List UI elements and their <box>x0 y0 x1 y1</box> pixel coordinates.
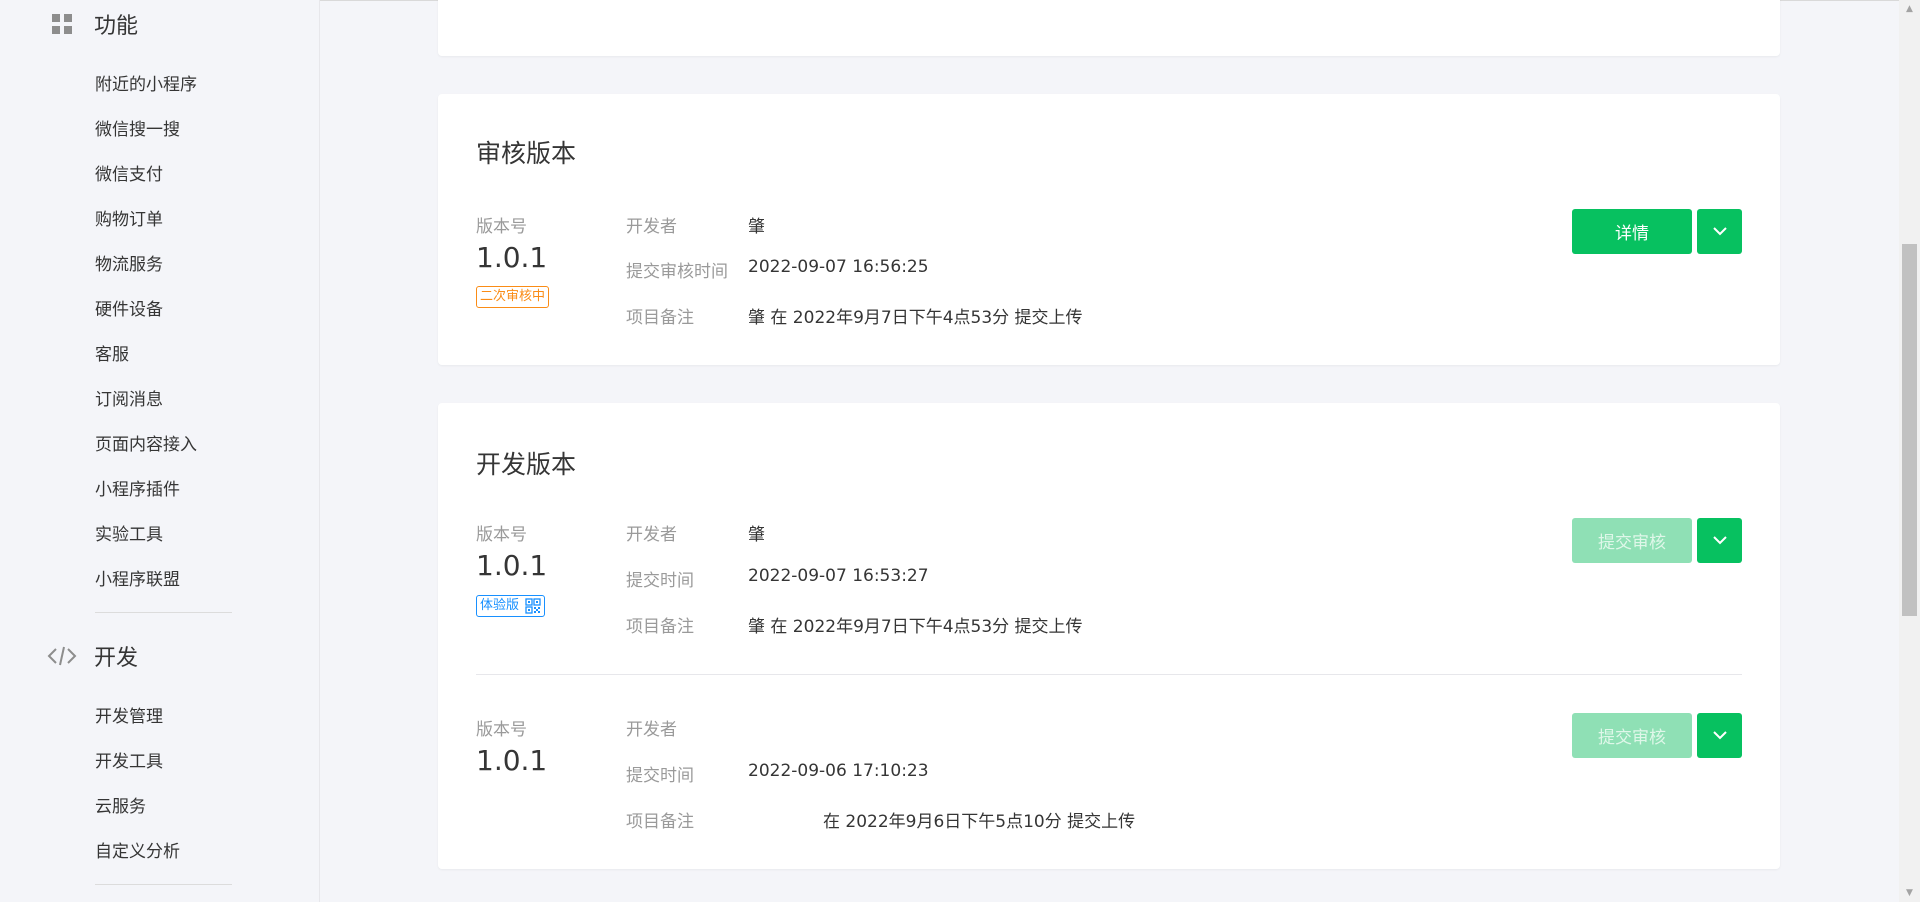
trial-badge[interactable]: 体验版 <box>476 595 546 617</box>
scroll-down-arrow-icon[interactable]: ▼ <box>1899 884 1920 902</box>
note-value: 在 2022年9月6日下午5点10分 提交上传 <box>823 812 1136 832</box>
time-value: 2022-09-07 16:56:25 <box>748 257 929 277</box>
note-value: 肇 在 2022年9月7日下午4点53分 提交上传 <box>748 308 1083 328</box>
sidebar-item-hardware[interactable]: 硬件设备 <box>95 297 163 323</box>
sidebar-item-orders[interactable]: 购物订单 <box>95 207 163 233</box>
version-label: 版本号 <box>476 720 527 740</box>
note-label: 项目备注 <box>626 617 694 637</box>
sidebar-item-plugins[interactable]: 小程序插件 <box>95 477 180 503</box>
card-title: 审核版本 <box>476 139 577 168</box>
version-number: 1.0.1 <box>476 744 548 777</box>
time-label: 提交审核时间 <box>626 262 728 282</box>
entry-divider <box>476 674 1742 675</box>
sidebar-item-alliance[interactable]: 小程序联盟 <box>95 567 180 593</box>
sidebar-section-title: 功能 <box>94 14 139 39</box>
sidebar-item-pay[interactable]: 微信支付 <box>95 162 163 188</box>
more-actions-button[interactable] <box>1697 713 1742 758</box>
sidebar-item-logistics[interactable]: 物流服务 <box>95 252 163 278</box>
trial-badge-label: 体验版 <box>480 598 520 613</box>
review-version-card: 审核版本 版本号 1.0.1 二次审核中 开发者 肇 提交审核时间 2022-0… <box>438 94 1780 365</box>
more-actions-button[interactable] <box>1697 209 1742 254</box>
note-label: 项目备注 <box>626 812 694 832</box>
submit-review-button[interactable]: 提交审核 <box>1572 518 1692 563</box>
scrollbar-thumb[interactable] <box>1902 244 1917 616</box>
time-label: 提交时间 <box>626 571 694 591</box>
chevron-down-icon <box>1712 227 1727 236</box>
detail-button[interactable]: 详情 <box>1572 209 1692 254</box>
status-badge: 二次审核中 <box>476 286 550 308</box>
more-actions-button[interactable] <box>1697 518 1742 563</box>
scroll-up-arrow-icon[interactable]: ▲ <box>1899 0 1920 18</box>
chevron-down-icon <box>1712 536 1727 545</box>
sidebar-section-function[interactable]: 功能 <box>46 8 138 40</box>
chevron-down-icon <box>1712 731 1727 740</box>
version-number: 1.0.1 <box>476 241 548 274</box>
previous-card <box>438 0 1780 56</box>
developer-label: 开发者 <box>626 525 677 545</box>
dev-version-card: 开发版本 版本号 1.0.1 体验版 开发者 肇 提交时间 2022-09-07… <box>438 403 1780 869</box>
sidebar-item-lab[interactable]: 实验工具 <box>95 522 163 548</box>
card-title: 开发版本 <box>476 450 577 479</box>
sidebar-item-search[interactable]: 微信搜一搜 <box>95 117 180 143</box>
version-label: 版本号 <box>476 525 527 545</box>
developer-label: 开发者 <box>626 720 677 740</box>
qrcode-icon <box>525 598 541 614</box>
sidebar-item-subscribe[interactable]: 订阅消息 <box>95 387 163 413</box>
sidebar: 功能 附近的小程序 微信搜一搜 微信支付 购物订单 物流服务 硬件设备 客服 订… <box>0 0 320 902</box>
sidebar-item-dev-manage[interactable]: 开发管理 <box>95 704 163 730</box>
grid-icon <box>46 8 78 40</box>
sidebar-item-nearby[interactable]: 附近的小程序 <box>95 72 197 98</box>
version-number: 1.0.1 <box>476 549 548 582</box>
sidebar-divider <box>95 884 232 885</box>
note-label: 项目备注 <box>626 308 694 328</box>
sidebar-item-cloud[interactable]: 云服务 <box>95 794 146 820</box>
code-icon <box>46 640 78 672</box>
time-value: 2022-09-06 17:10:23 <box>748 761 929 781</box>
note-value: 肇 在 2022年9月7日下午4点53分 提交上传 <box>748 617 1083 637</box>
sidebar-item-dev-tools[interactable]: 开发工具 <box>95 749 163 775</box>
scrollbar[interactable]: ▲ ▼ <box>1899 0 1920 902</box>
time-value: 2022-09-07 16:53:27 <box>748 566 929 586</box>
time-label: 提交时间 <box>626 766 694 786</box>
developer-label: 开发者 <box>626 217 677 237</box>
sidebar-item-page-content[interactable]: 页面内容接入 <box>95 432 197 458</box>
version-label: 版本号 <box>476 217 527 237</box>
sidebar-section-title: 开发 <box>94 646 139 671</box>
sidebar-section-dev[interactable]: 开发 <box>46 640 138 672</box>
sidebar-item-service[interactable]: 客服 <box>95 342 129 368</box>
sidebar-divider <box>95 612 232 613</box>
submit-review-button[interactable]: 提交审核 <box>1572 713 1692 758</box>
sidebar-item-analytics[interactable]: 自定义分析 <box>95 839 180 865</box>
developer-value: 肇 <box>748 217 765 237</box>
developer-value: 肇 <box>748 525 765 545</box>
